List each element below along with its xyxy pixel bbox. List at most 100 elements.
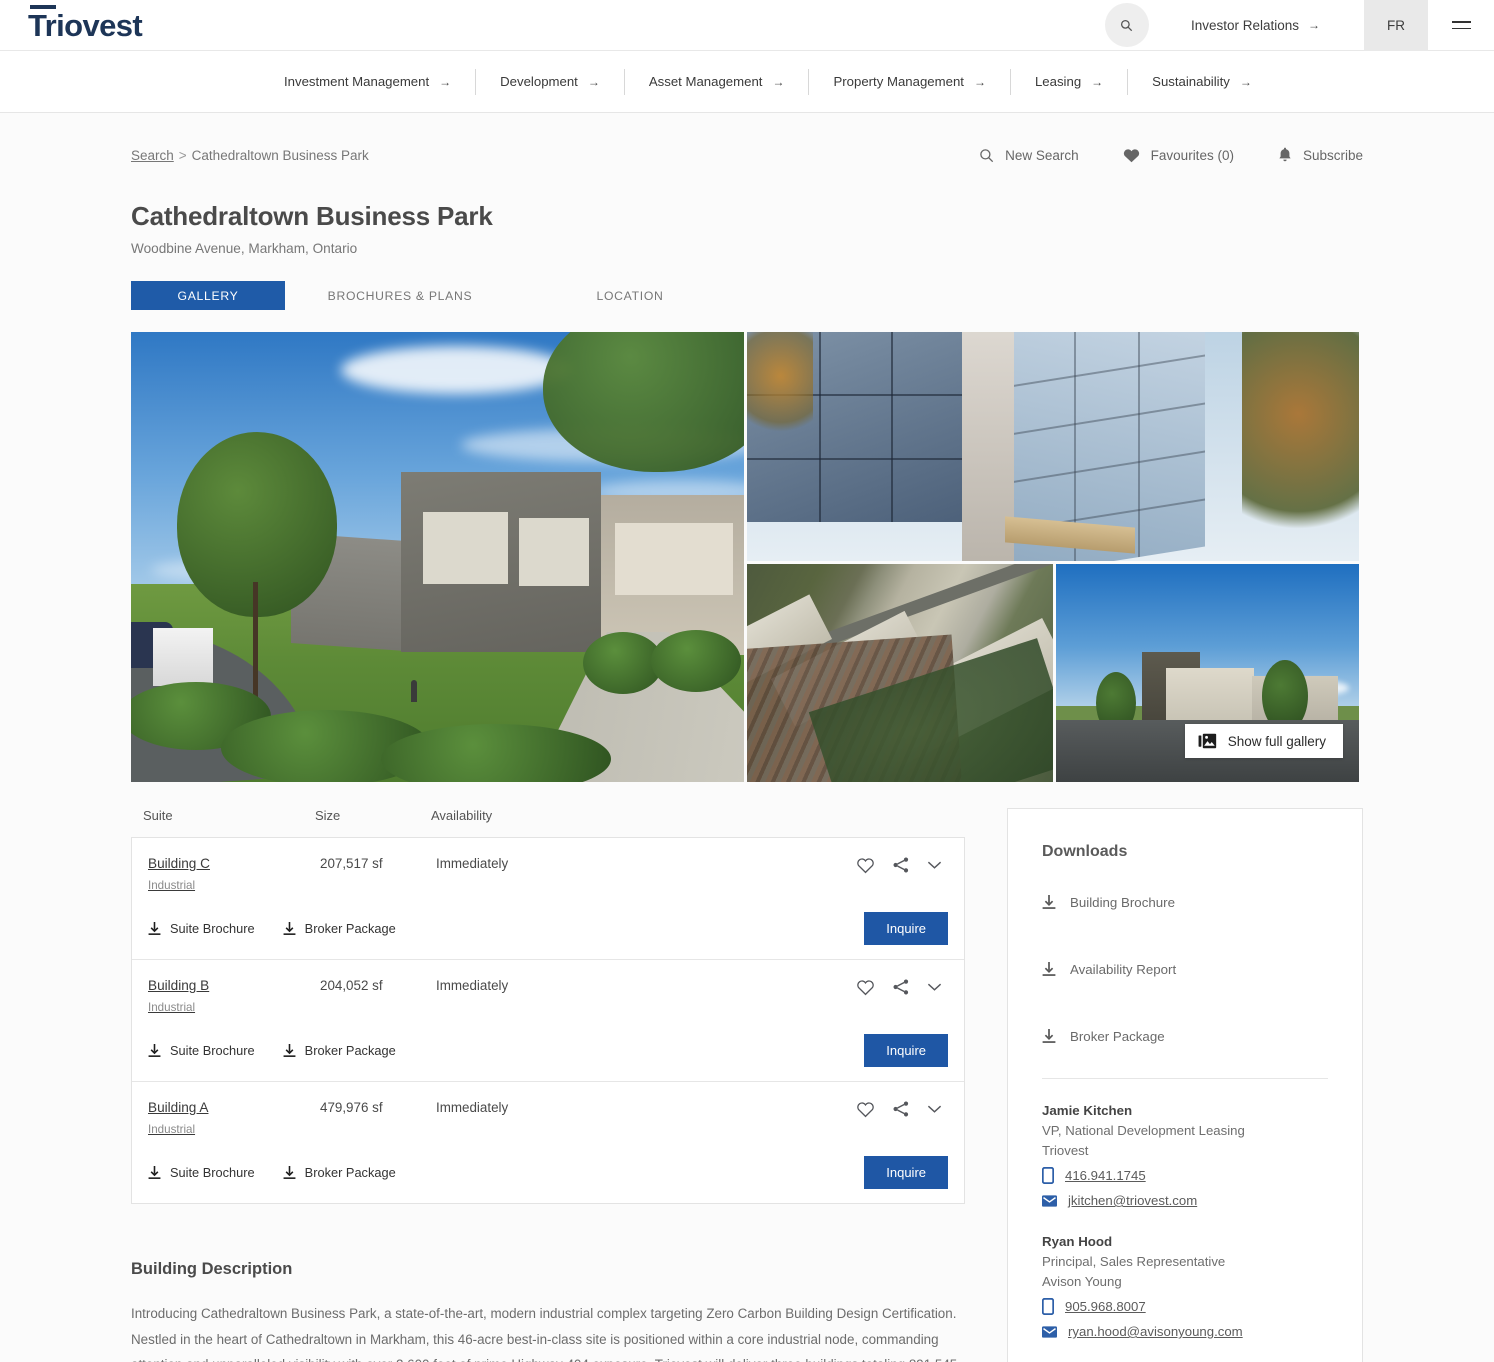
nav-item-property-management[interactable]: Property Management → — [809, 68, 1011, 95]
subscribe-label: Subscribe — [1302, 147, 1363, 163]
suite-name-label: Building B — [148, 978, 210, 993]
tab-gallery[interactable]: GALLERY — [131, 281, 285, 310]
suites-table-header: Suite Size Availability — [131, 808, 965, 837]
nav-item-investment-management[interactable]: Investment Management → — [284, 68, 477, 95]
suite-brochure-label: Suite Brochure — [170, 1043, 255, 1058]
share-icon[interactable] — [892, 856, 910, 874]
download-label: Broker Package — [1070, 1029, 1165, 1044]
contact-card: Jamie Kitchen VP, National Development L… — [1042, 1103, 1328, 1208]
property-address: Woodbine Avenue, Markham, Ontario — [131, 241, 358, 256]
contact-phone-row[interactable]: 416.941.1745 — [1042, 1167, 1328, 1184]
tab-brochures-and-plans[interactable]: BROCHURES & PLANS — [285, 281, 515, 310]
contact-name: Jamie Kitchen — [1042, 1103, 1133, 1118]
contact-email-row[interactable]: ryan.hood@avisonyoung.com — [1042, 1324, 1328, 1339]
chevron-down-icon[interactable] — [927, 1104, 942, 1114]
heart-outline-icon[interactable] — [856, 979, 875, 996]
gallery-image-facade[interactable] — [747, 332, 1359, 561]
suite-type: Industrial — [148, 879, 196, 892]
favourites-button[interactable]: Favourites (0) — [1123, 148, 1234, 163]
download-icon — [283, 921, 296, 935]
contact-email-row[interactable]: jkitchen@triovest.com — [1042, 1193, 1328, 1208]
contact-role: VP, National Development Leasing — [1042, 1123, 1245, 1138]
suite-brochure-link[interactable]: Suite Brochure — [148, 921, 255, 936]
nav-item-leasing[interactable]: Leasing → — [1011, 68, 1129, 95]
chevron-down-icon[interactable] — [927, 860, 942, 870]
heart-outline-icon[interactable] — [856, 1101, 875, 1118]
contact-phone: 416.941.1745 — [1065, 1168, 1146, 1183]
gallery-image-aerial[interactable] — [747, 564, 1053, 782]
show-full-gallery-label: Show full gallery — [1227, 733, 1326, 749]
arrow-right-icon: → — [587, 74, 600, 89]
share-icon[interactable] — [892, 978, 910, 996]
investor-relations-link[interactable]: Investor Relations → — [1191, 18, 1320, 33]
broker-package-link[interactable]: Broker Package — [283, 921, 396, 936]
search-icon[interactable] — [1104, 3, 1149, 47]
show-full-gallery-button[interactable]: Show full gallery — [1184, 724, 1343, 758]
nav-label: Development — [500, 74, 578, 89]
new-search-button[interactable]: New Search — [979, 148, 1079, 163]
tree-trunk — [253, 582, 258, 702]
suite-brochure-label: Suite Brochure — [170, 921, 255, 936]
hamburger-menu-icon[interactable] — [1428, 0, 1494, 51]
gallery-image-exterior[interactable]: Show full gallery — [1056, 564, 1359, 782]
suite-brochure-link[interactable]: Suite Brochure — [148, 1043, 255, 1058]
header-right-group: Investor Relations → FR — [1104, 0, 1494, 51]
inquire-button[interactable]: Inquire — [864, 1034, 948, 1067]
suites-table: Building C Industrial 207,517 sf Immedia… — [131, 837, 965, 1204]
broker-package-label: Broker Package — [304, 921, 396, 936]
download-availability-report[interactable]: Availability Report — [1042, 950, 1328, 989]
broker-package-link[interactable]: Broker Package — [283, 1165, 396, 1180]
broker-package-label: Broker Package — [304, 1165, 396, 1180]
arrow-right-icon: → — [1308, 18, 1320, 32]
row-action-icons — [856, 978, 948, 996]
share-icon[interactable] — [892, 1100, 910, 1118]
phone-icon — [1042, 1298, 1054, 1315]
nav-item-development[interactable]: Development → — [476, 68, 625, 95]
triovest-logo[interactable]: Triovest — [28, 4, 143, 41]
breadcrumb-search-link[interactable]: Search — [131, 148, 174, 163]
nav-item-asset-management[interactable]: Asset Management → — [625, 68, 810, 95]
chevron-down-icon[interactable] — [927, 982, 942, 992]
breadcrumb-current: Cathedraltown Business Park — [191, 147, 369, 163]
suite-availability: Immediately — [436, 856, 509, 871]
contact-card: Ryan Hood Principal, Sales Representativ… — [1042, 1234, 1328, 1339]
person — [411, 680, 417, 702]
tab-label: GALLERY — [177, 288, 239, 303]
contact-phone-row[interactable]: 905.968.8007 — [1042, 1298, 1328, 1315]
contact-organization: Avison Young — [1042, 1274, 1122, 1289]
language-toggle-fr[interactable]: FR — [1364, 0, 1428, 51]
suite-brochure-link[interactable]: Suite Brochure — [148, 1165, 255, 1180]
building-description-text: Introducing Cathedraltown Business Park,… — [131, 1306, 957, 1362]
new-search-label: New Search — [1005, 147, 1079, 163]
shrub — [651, 630, 741, 692]
suite-size: 204,052 sf — [320, 978, 383, 993]
suite-name-link[interactable]: Building C Industrial — [148, 856, 320, 892]
suite-type: Industrial — [148, 1001, 196, 1014]
site-header: Triovest Investor Relations → FR — [0, 0, 1494, 51]
cloud — [341, 346, 571, 394]
suite-name-link[interactable]: Building B Industrial — [148, 978, 320, 1014]
nav-label: Asset Management — [648, 74, 763, 89]
broker-package-link[interactable]: Broker Package — [283, 1043, 396, 1058]
subscribe-button[interactable]: Subscribe — [1278, 147, 1363, 163]
page-title: Cathedraltown Business Park — [131, 201, 493, 231]
download-icon — [1042, 895, 1056, 909]
table-row: Building B Industrial 204,052 sf Immedia… — [132, 960, 964, 1082]
table-row: Building C Industrial 207,517 sf Immedia… — [132, 838, 964, 960]
inquire-button[interactable]: Inquire — [864, 1156, 948, 1189]
nav-item-sustainability[interactable]: Sustainability → — [1128, 69, 1276, 95]
heart-outline-icon[interactable] — [856, 857, 875, 874]
gallery-image-main[interactable] — [131, 332, 744, 782]
building-description-heading: Building Description — [131, 1260, 293, 1278]
download-broker-package[interactable]: Broker Package — [1042, 1017, 1328, 1056]
download-building-brochure[interactable]: Building Brochure — [1042, 883, 1328, 922]
inquire-button[interactable]: Inquire — [864, 912, 948, 945]
tab-label: BROCHURES & PLANS — [327, 288, 473, 303]
tab-location[interactable]: LOCATION — [515, 281, 745, 310]
download-icon — [283, 1043, 296, 1057]
arrow-right-icon: → — [973, 74, 986, 89]
suite-type: Industrial — [148, 1123, 196, 1136]
suite-name-label: Building A — [148, 1100, 209, 1115]
download-icon — [1042, 962, 1056, 976]
suite-name-link[interactable]: Building A Industrial — [148, 1100, 320, 1136]
